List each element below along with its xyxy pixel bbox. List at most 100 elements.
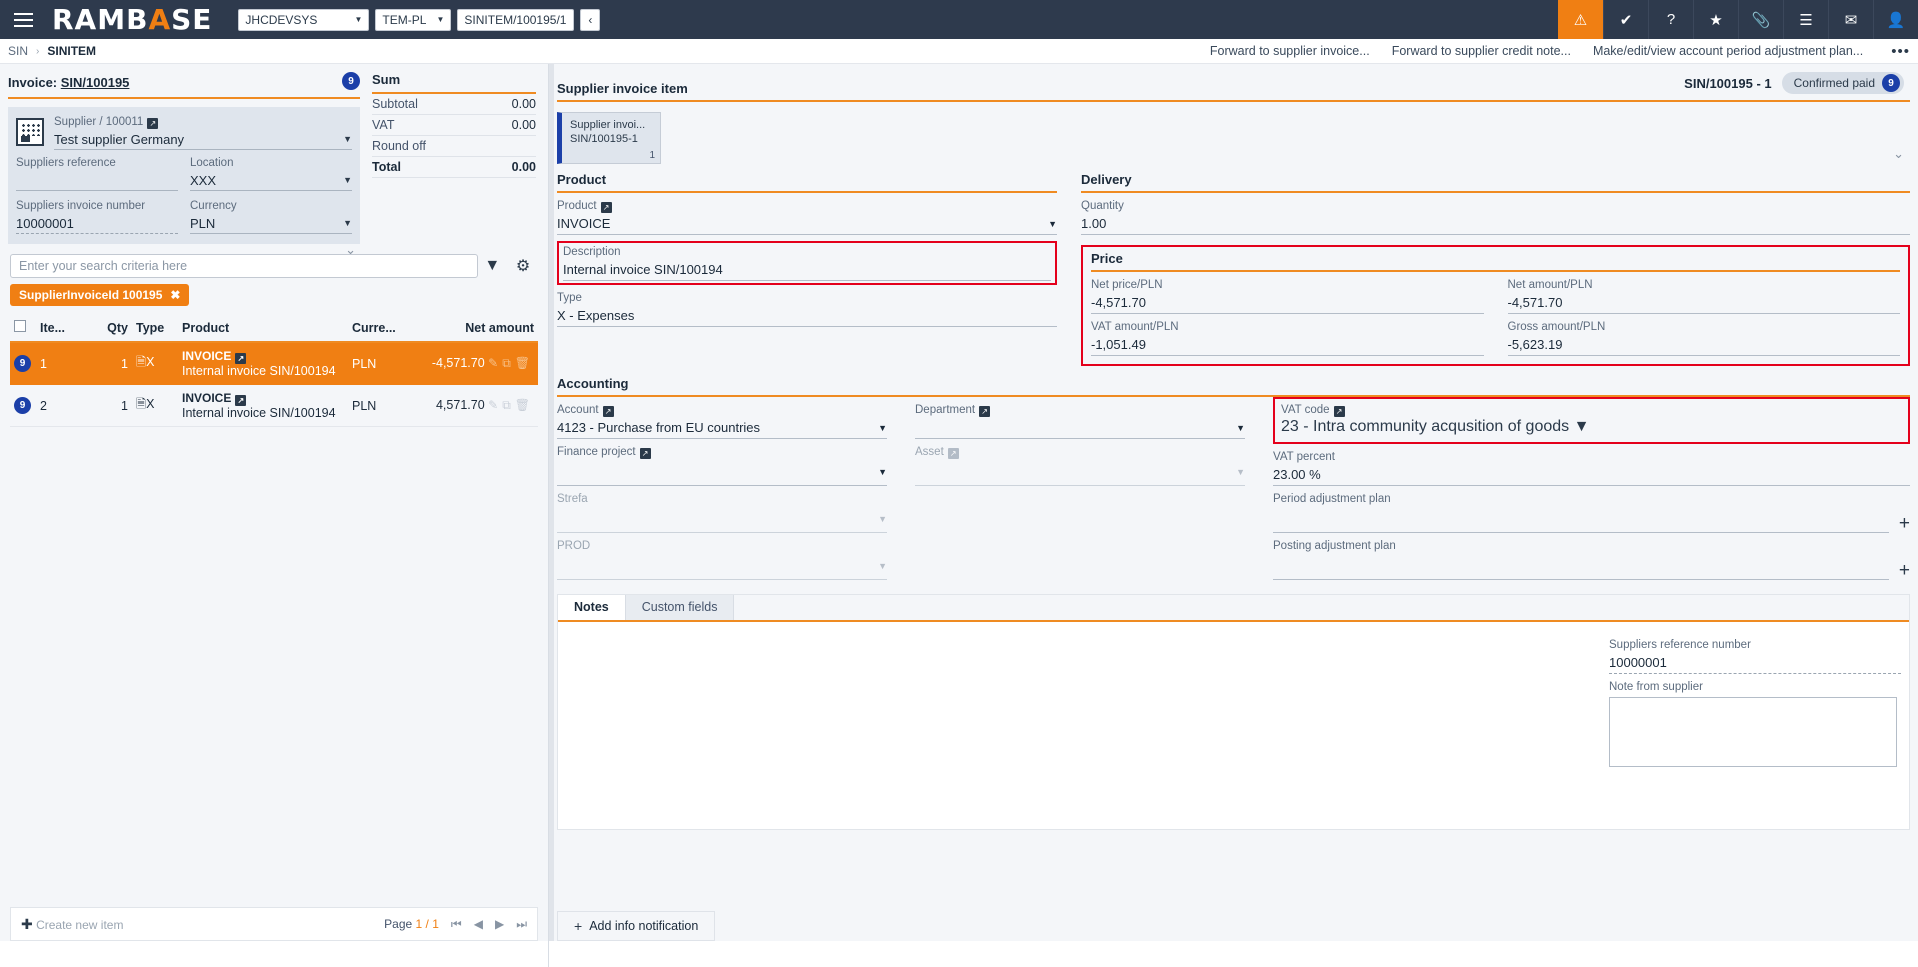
suppliers-reference-field[interactable]: Suppliers reference <box>16 156 178 191</box>
external-link-icon[interactable]: ↗ <box>601 202 612 213</box>
column-type[interactable]: Type <box>132 316 178 342</box>
vat-code-value: 23 - Intra community acqusition of goods <box>1281 418 1569 435</box>
external-link-icon[interactable]: ↗ <box>1334 406 1345 417</box>
select-all-checkbox[interactable] <box>14 320 26 332</box>
type-field[interactable]: Type X - Expenses <box>557 291 1057 327</box>
prod-field[interactable]: PROD ▼ <box>557 539 887 580</box>
sum-row: Subtotal 0.00 <box>372 94 536 115</box>
invoice-header: Invoice: SIN/100195 9 <box>8 72 360 99</box>
action-forward-supplier-invoice[interactable]: Forward to supplier invoice... <box>1210 44 1370 58</box>
column-currency[interactable]: Curre... <box>348 316 408 342</box>
vat-percent-value: 23.00 % <box>1273 465 1910 486</box>
first-page-button[interactable]: ⏮ <box>451 917 462 932</box>
row-action-icons[interactable]: ✎⧉🗑 <box>488 398 534 412</box>
strefa-field[interactable]: Strefa ▼ <box>557 492 887 533</box>
pane-splitter-handle[interactable] <box>549 64 554 967</box>
column-product[interactable]: Product <box>178 316 348 342</box>
suppliers-invoice-number-field[interactable]: Suppliers invoice number 10000001 <box>16 199 178 234</box>
filter-chip-supplier-invoice-id[interactable]: SupplierInvoiceId 100195 ✖ <box>10 284 189 306</box>
price-section-highlighted: Price Net price/PLN -4,571.70 Net amount… <box>1081 245 1910 366</box>
create-new-item-button[interactable]: ✚ Create new item <box>21 917 123 932</box>
posting-adjustment-plan-field[interactable]: Posting adjustment plan + <box>1273 539 1910 580</box>
sum-value: 0.00 <box>512 160 536 174</box>
filter-icon[interactable]: ▼ <box>478 257 508 275</box>
account-field[interactable]: Account↗ 4123 - Purchase from EU countri… <box>557 403 887 439</box>
attachment-icon[interactable]: 📎 <box>1738 0 1783 39</box>
action-forward-supplier-credit-note[interactable]: Forward to supplier credit note... <box>1392 44 1571 58</box>
prev-page-button[interactable]: ◀ <box>474 917 483 931</box>
external-link-icon[interactable]: ↗ <box>235 353 246 364</box>
document-card[interactable]: Supplier invoi... SIN/100195-1 1 <box>557 112 661 164</box>
action-account-period-adjustment-plan[interactable]: Make/edit/view account period adjustment… <box>1593 44 1863 58</box>
close-icon[interactable]: ✖ <box>170 288 180 302</box>
column-qty[interactable]: Qty <box>96 316 132 342</box>
favorites-star-icon[interactable]: ★ <box>1693 0 1738 39</box>
external-link-icon[interactable]: ↗ <box>147 118 158 129</box>
quantity-field[interactable]: Quantity 1.00 <box>1081 199 1910 235</box>
external-link-icon[interactable]: ↗ <box>979 406 990 417</box>
menu-hamburger-icon[interactable] <box>0 0 46 39</box>
document-type-icon: 🗎 <box>136 355 146 369</box>
note-from-supplier-textarea[interactable] <box>1609 697 1897 767</box>
supplier-name-field[interactable]: Test supplier Germany ▼ <box>54 130 352 150</box>
account-value-row: 4123 - Purchase from EU countries ▼ <box>557 418 887 439</box>
vat-code-field-highlighted[interactable]: VAT code↗ 23 - Intra community acqusitio… <box>1273 397 1910 444</box>
posting-adjustment-plan-value <box>1273 554 1889 580</box>
document-id-input[interactable]: SINITEM/100195/1 <box>457 9 574 31</box>
add-info-notification-button[interactable]: + Add info notification <box>557 911 715 941</box>
column-item[interactable]: Ite... <box>36 316 96 342</box>
more-actions-icon[interactable]: ••• <box>1891 43 1910 60</box>
next-page-button[interactable]: ▶ <box>495 917 504 931</box>
tasklist-icon[interactable]: ☰ <box>1783 0 1828 39</box>
row-status-badge: 9 <box>14 397 31 414</box>
location-field[interactable]: Location XXX ▼ <box>190 156 352 191</box>
gross-amount-field[interactable]: Gross amount/PLN -5,623.19 <box>1508 320 1901 356</box>
add-posting-adjustment-plan-icon[interactable]: + <box>1899 561 1910 580</box>
row-qty: 1 <box>96 342 132 385</box>
description-field-highlighted[interactable]: Description Internal invoice SIN/100194 <box>557 241 1057 285</box>
mail-icon[interactable]: ✉ <box>1828 0 1873 39</box>
back-navigation-button[interactable]: ‹ <box>580 9 600 31</box>
approval-check-icon[interactable]: ✔ <box>1603 0 1648 39</box>
search-input[interactable]: Enter your search criteria here <box>10 254 478 278</box>
last-page-button[interactable]: ⏭ <box>516 917 527 932</box>
product-field[interactable]: Product↗ INVOICE ▼ <box>557 199 1057 235</box>
supplier-name-value: Test supplier Germany <box>54 130 184 149</box>
user-icon[interactable]: 👤 <box>1873 0 1918 39</box>
expand-supplier-box-icon[interactable]: ⌄ <box>345 242 356 258</box>
external-link-icon[interactable]: ↗ <box>235 395 246 406</box>
context-actions: Forward to supplier invoice... Forward t… <box>1210 43 1910 60</box>
finance-project-field[interactable]: Finance project↗ ▼ <box>557 445 887 486</box>
vat-amount-field[interactable]: VAT amount/PLN -1,051.49 <box>1091 320 1484 356</box>
company-selector[interactable]: JHCDEVSYS ▼ <box>238 9 369 31</box>
gear-icon[interactable]: ⚙ <box>508 256 538 276</box>
add-period-adjustment-plan-icon[interactable]: + <box>1899 514 1910 533</box>
help-icon[interactable]: ? <box>1648 0 1693 39</box>
template-selector[interactable]: TEM-PL ▼ <box>375 9 451 31</box>
department-field[interactable]: Department↗ ▼ <box>915 403 1245 439</box>
column-net-amount[interactable]: Net amount <box>408 316 538 342</box>
breadcrumb-root[interactable]: SIN <box>8 44 28 58</box>
suppliers-reference-number-field[interactable]: Suppliers reference number 10000001 <box>1609 638 1901 674</box>
table-row[interactable]: 9 2 1 🗎X INVOICE↗ Internal invoice SIN/1… <box>10 385 538 427</box>
row-action-icons[interactable]: ✎⧉🗑 <box>488 356 534 370</box>
invoice-link[interactable]: SIN/100195 <box>61 75 130 90</box>
alert-icon[interactable]: ⚠ <box>1558 0 1603 39</box>
right-bottom-strip <box>549 941 1918 967</box>
tab-custom-fields[interactable]: Custom fields <box>626 595 735 620</box>
net-price-field[interactable]: Net price/PLN -4,571.70 <box>1091 278 1484 314</box>
external-link-icon[interactable]: ↗ <box>640 448 651 459</box>
currency-field[interactable]: Currency PLN ▼ <box>190 199 352 234</box>
external-link-icon[interactable]: ↗ <box>603 406 614 417</box>
expand-card-row-icon[interactable]: ⌄ <box>1893 146 1904 162</box>
tab-notes[interactable]: Notes <box>558 595 626 620</box>
table-row[interactable]: 9 1 1 🗎X INVOICE↗ Internal invoice SIN/1… <box>10 342 538 385</box>
net-amount-field[interactable]: Net amount/PLN -4,571.70 <box>1508 278 1901 314</box>
note-from-supplier-field[interactable]: Note from supplier <box>1609 680 1901 767</box>
left-bottom-strip <box>0 941 548 967</box>
period-adjustment-plan-field[interactable]: Period adjustment plan + <box>1273 492 1910 533</box>
vat-percent-field[interactable]: VAT percent 23.00 % <box>1273 450 1910 486</box>
invoice-items-table: Ite... Qty Type Product Curre... Net amo… <box>10 316 538 427</box>
asset-field[interactable]: Asset↗ ▼ <box>915 445 1245 486</box>
chevron-down-icon: ▼ <box>878 467 887 477</box>
